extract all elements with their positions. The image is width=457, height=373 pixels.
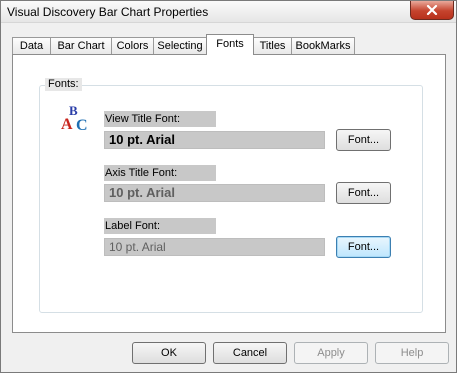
fonts-group-label: Fonts:: [45, 78, 82, 91]
tab-selecting[interactable]: Selecting: [153, 37, 207, 55]
fonts-abc-icon: B A C: [61, 103, 88, 132]
apply-button[interactable]: Apply: [294, 342, 368, 364]
tab-fonts[interactable]: Fonts: [206, 34, 254, 55]
label-font-button[interactable]: Font...: [336, 236, 391, 258]
view-title-font-value: 10 pt. Arial: [104, 131, 325, 149]
fonts-tab-panel: Fonts: B A C View Title Font: 10 pt. Ari…: [12, 54, 446, 333]
title-bar[interactable]: Visual Discovery Bar Chart Properties: [1, 1, 456, 23]
view-title-font-label: View Title Font:: [104, 111, 216, 127]
window-title: Visual Discovery Bar Chart Properties: [7, 5, 209, 19]
close-button[interactable]: [410, 1, 454, 20]
tab-colors[interactable]: Colors: [111, 37, 154, 55]
help-button[interactable]: Help: [375, 342, 449, 364]
tab-bar-chart[interactable]: Bar Chart: [50, 37, 112, 55]
axis-title-font-label: Axis Title Font:: [104, 165, 216, 181]
axis-title-font-value: 10 pt. Arial: [104, 184, 325, 202]
label-font-value: 10 pt. Arial: [104, 238, 325, 256]
label-font-label: Label Font:: [104, 218, 216, 234]
tab-bookmarks[interactable]: BookMarks: [291, 37, 355, 55]
cancel-button[interactable]: Cancel: [213, 342, 287, 364]
view-title-font-button[interactable]: Font...: [336, 129, 391, 151]
svg-text:C: C: [76, 117, 88, 132]
tab-data[interactable]: Data: [12, 37, 51, 55]
properties-dialog: Visual Discovery Bar Chart Properties Da…: [0, 0, 457, 373]
ok-button[interactable]: OK: [132, 342, 206, 364]
tab-titles[interactable]: Titles: [253, 37, 292, 55]
svg-text:A: A: [61, 116, 73, 132]
close-icon: [426, 5, 438, 15]
axis-title-font-button[interactable]: Font...: [336, 182, 391, 204]
